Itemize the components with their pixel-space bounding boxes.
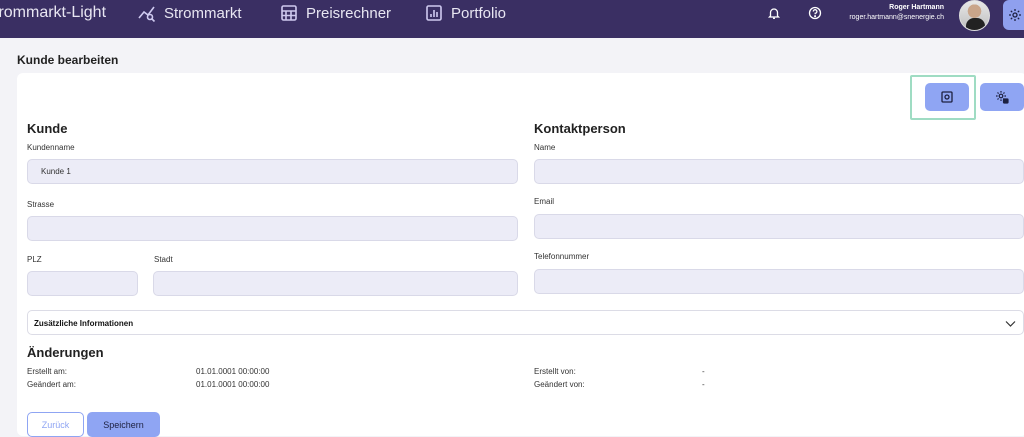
nav-portfolio[interactable]: Portfolio xyxy=(425,4,506,22)
zip-field[interactable] xyxy=(27,271,138,296)
nav-strommarkt-label: Strommarkt xyxy=(164,4,242,22)
contact-phone-field[interactable] xyxy=(534,269,1024,294)
nav-preisrechner-label: Preisrechner xyxy=(306,4,392,22)
safe-button[interactable] xyxy=(925,83,969,111)
street-field[interactable] xyxy=(27,216,518,241)
contact-phone-label: Telefonnummer xyxy=(534,252,590,261)
gear-lock-button[interactable] xyxy=(980,83,1024,111)
created-at-value: 01.01.0001 00:00:00 xyxy=(196,367,270,376)
street-label: Strasse xyxy=(27,200,55,209)
changed-at-value: 01.01.0001 00:00:00 xyxy=(196,380,270,389)
customer-heading: Kunde xyxy=(27,121,68,136)
created-by-label: Erstellt von: xyxy=(534,367,576,376)
bell-icon[interactable] xyxy=(767,6,781,20)
additional-info-accordion[interactable]: Zusätzliche Informationen xyxy=(27,310,1024,335)
contact-email-field[interactable] xyxy=(534,214,1024,239)
changes-heading: Änderungen xyxy=(27,345,104,360)
changed-at-label: Geändert am: xyxy=(27,380,76,389)
city-label: Stadt xyxy=(154,255,173,264)
chevron-down-icon xyxy=(1005,321,1016,327)
chart-line-icon xyxy=(138,6,156,22)
nav-strommarkt[interactable]: Strommarkt xyxy=(138,4,242,22)
changed-by-label: Geändert von: xyxy=(534,380,585,389)
contact-name-label: Name xyxy=(534,143,556,152)
app-brand[interactable]: trommarkt-Light xyxy=(0,4,106,22)
save-button[interactable]: Speichern xyxy=(87,412,160,437)
nav-preisrechner[interactable]: Preisrechner xyxy=(280,4,391,22)
nav-portfolio-label: Portfolio xyxy=(451,4,507,22)
safe-icon xyxy=(941,91,953,103)
gear-lock-icon xyxy=(996,91,1009,104)
page-title: Kunde bearbeiten xyxy=(17,53,119,67)
user-name: Roger Hartmann xyxy=(889,4,944,11)
user-email: roger.hartmann@snenergie.ch xyxy=(849,14,944,21)
contact-name-field[interactable] xyxy=(534,159,1024,184)
contact-email-label: Email xyxy=(534,197,555,206)
created-at-label: Erstellt am: xyxy=(27,367,68,376)
settings-button[interactable] xyxy=(1003,0,1024,30)
city-field[interactable] xyxy=(153,271,518,296)
customer-name-field[interactable]: Kunde 1 xyxy=(27,159,518,184)
help-icon[interactable] xyxy=(808,6,822,20)
zip-label: PLZ xyxy=(27,255,42,264)
user-info: Roger Hartmann roger.hartmann@snenergie.… xyxy=(849,3,944,23)
changed-by-value: - xyxy=(702,380,705,389)
gear-icon xyxy=(1009,9,1021,21)
bar-chart-icon xyxy=(426,5,442,21)
avatar[interactable] xyxy=(959,0,990,31)
created-by-value: - xyxy=(702,367,705,376)
contact-heading: Kontaktperson xyxy=(534,121,626,136)
customer-name-label: Kundenname xyxy=(27,143,75,152)
additional-info-label: Zusätzliche Informationen xyxy=(34,319,134,328)
calculator-icon xyxy=(281,5,297,21)
top-navigation-bar: trommarkt-Light Strommarkt Preisrechner … xyxy=(0,0,1024,38)
back-button[interactable]: Zurück xyxy=(27,412,84,437)
